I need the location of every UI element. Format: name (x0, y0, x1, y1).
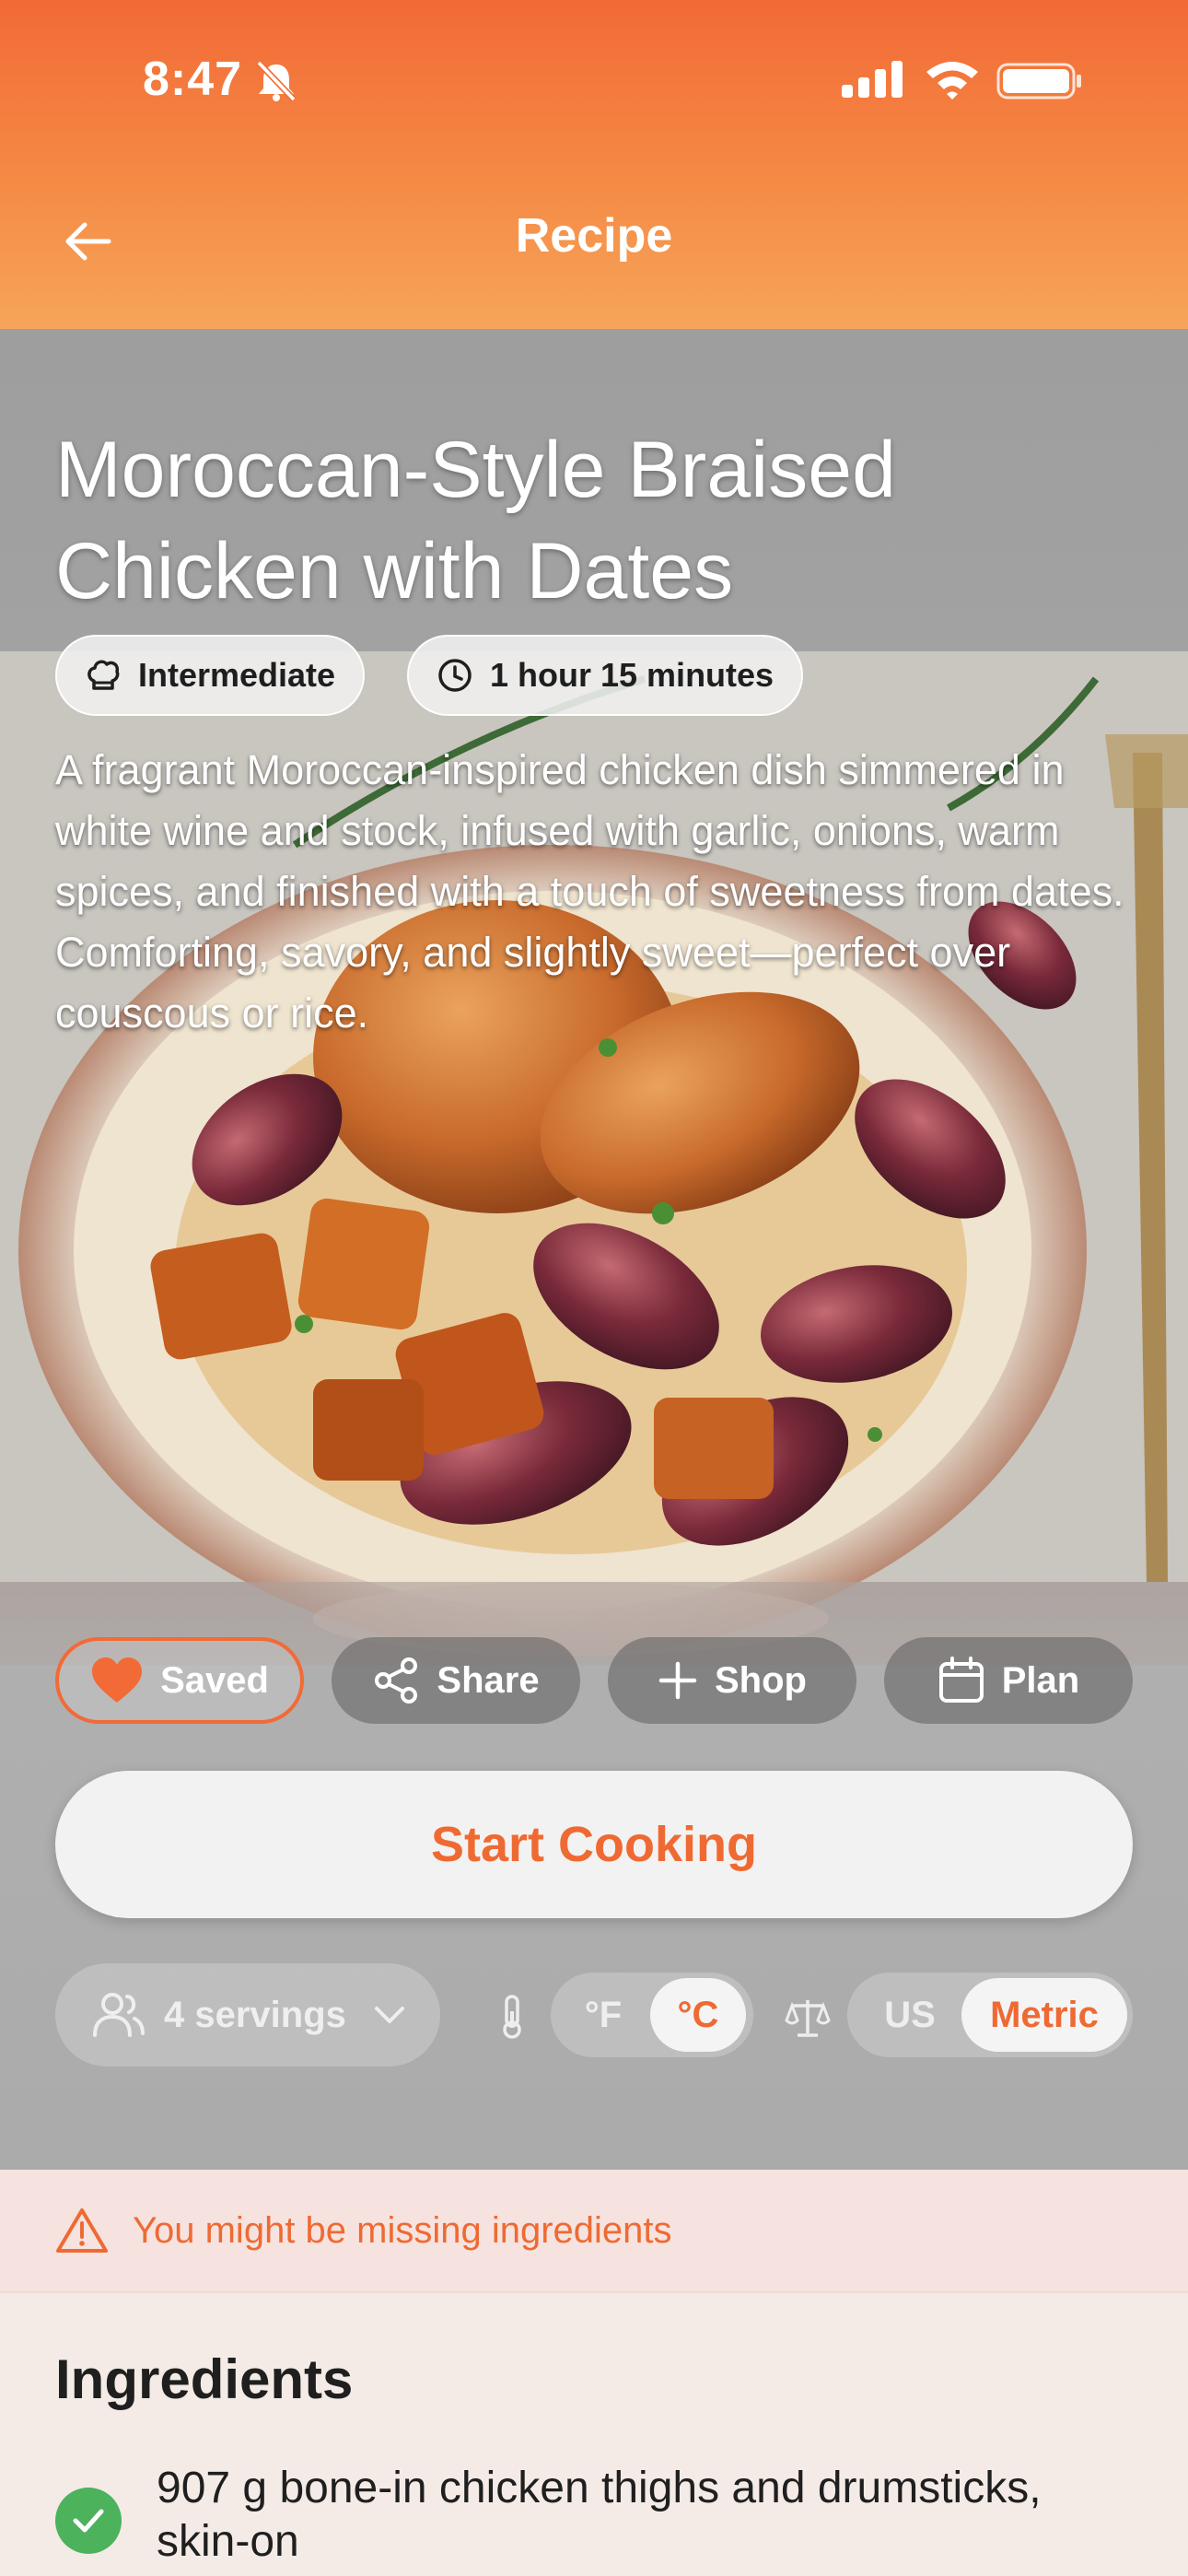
servings-selector[interactable]: 4 servings (55, 1963, 440, 2067)
ingredient-item[interactable]: 907 g bone-in chicken thighs and drumsti… (55, 2462, 1142, 2569)
ingredient-text: 907 g bone-in chicken thighs and drumsti… (157, 2464, 1042, 2566)
metric-units-option[interactable]: Metric (961, 1978, 1127, 2052)
share-button[interactable]: Share (332, 1637, 580, 1724)
servings-label: 4 servings (164, 1994, 346, 2035)
heart-icon (92, 1657, 143, 1703)
difficulty-label: Intermediate (138, 656, 336, 694)
plan-button[interactable]: Plan (884, 1637, 1133, 1724)
chef-hat-icon (87, 660, 120, 690)
temperature-toggle: °F °C (551, 1973, 753, 2057)
scale-icon (785, 2000, 831, 2037)
missing-ingredients-banner[interactable]: You might be missing ingredients (0, 2170, 1188, 2293)
chevron-down-icon (374, 2007, 404, 2023)
us-units-option[interactable]: US (855, 1978, 965, 2052)
status-time: 8:47 (143, 53, 243, 106)
saved-button[interactable]: Saved (55, 1637, 304, 1724)
start-cooking-button[interactable]: Start Cooking (55, 1771, 1133, 1918)
recipe-hero: Moroccan-Style Braised Chicken with Date… (0, 329, 1188, 2170)
calendar-icon (938, 1657, 984, 1703)
ingredients-heading: Ingredients (55, 2348, 354, 2410)
share-icon (375, 1657, 418, 1704)
plus-icon (658, 1661, 697, 1700)
difficulty-chip: Intermediate (55, 635, 366, 716)
duration-label: 1 hour 15 minutes (490, 656, 775, 694)
shop-button[interactable]: Shop (608, 1637, 856, 1724)
people-icon (93, 1993, 145, 2037)
celsius-option[interactable]: °C (650, 1978, 746, 2052)
duration-chip: 1 hour 15 minutes (407, 635, 804, 716)
recipe-title: Moroccan-Style Braised Chicken with Date… (55, 426, 896, 615)
units-toggle: US Metric (847, 1973, 1133, 2057)
battery-icon (996, 63, 1081, 100)
saved-label: Saved (160, 1659, 269, 1701)
wifi-icon (926, 62, 978, 100)
recipe-description: A fragrant Moroccan-inspired chicken dis… (55, 746, 1124, 1036)
thermometer-icon (503, 1995, 521, 2039)
cellular-signal-icon (842, 61, 903, 98)
page-title: Recipe (515, 209, 673, 263)
shop-label: Shop (715, 1659, 807, 1701)
fahrenheit-option[interactable]: °F (558, 1978, 648, 2052)
warning-triangle-icon (56, 2208, 108, 2253)
plan-label: Plan (1001, 1659, 1080, 1701)
bell-slash-icon (256, 61, 297, 101)
clock-icon (438, 659, 472, 692)
missing-ingredients-text: You might be missing ingredients (133, 2209, 672, 2251)
share-label: Share (437, 1659, 540, 1701)
app-header: 8:47 Recipe (0, 0, 1188, 329)
check-icon[interactable] (55, 2488, 122, 2554)
